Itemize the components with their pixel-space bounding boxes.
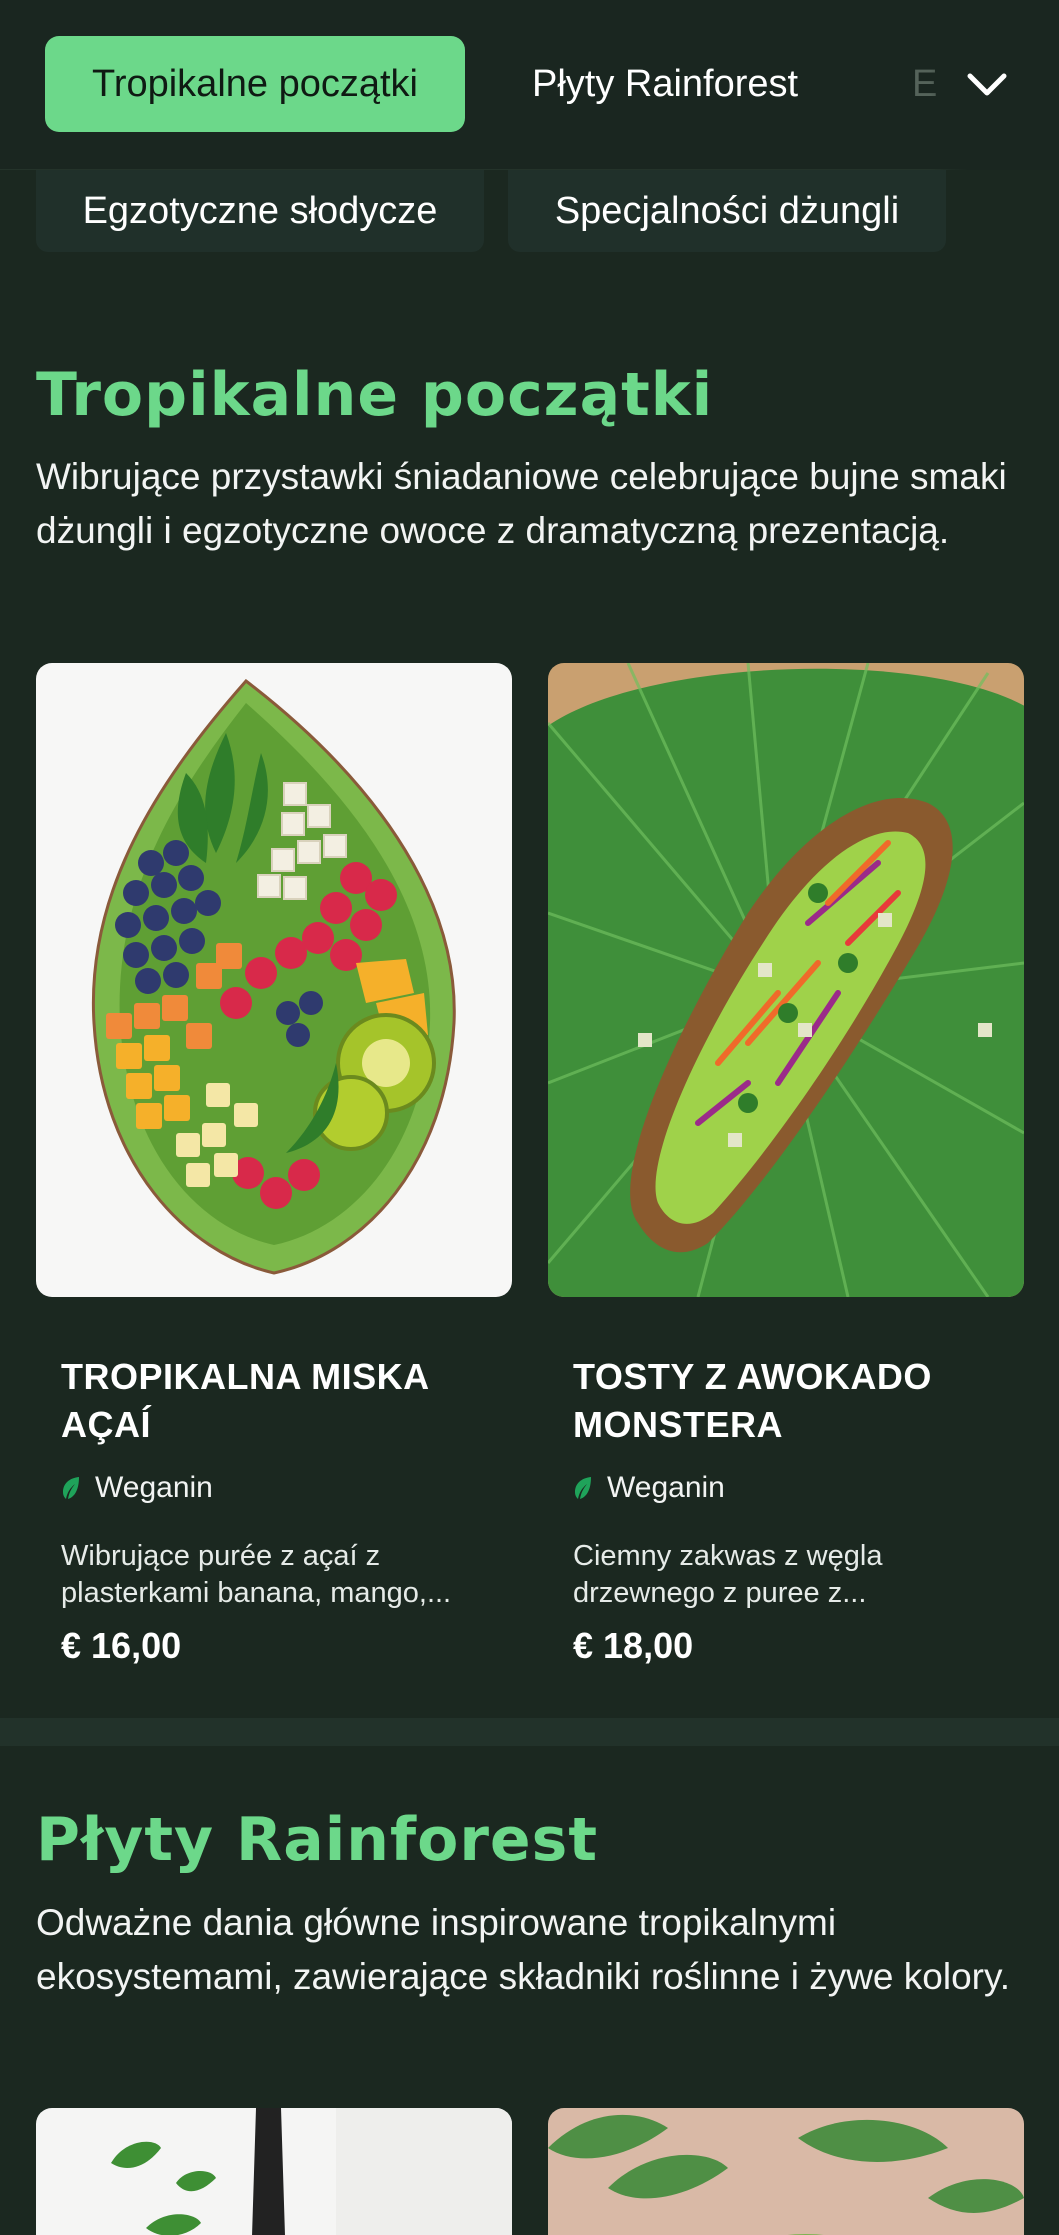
tab-tropikalne-poczatki[interactable]: Tropikalne początki	[45, 36, 465, 132]
section-title: Tropikalne początki	[36, 360, 714, 430]
leaf-icon	[575, 1477, 591, 1499]
dish-description: Ciemny zakwas z węgla drzewnego z puree …	[573, 1540, 883, 1609]
chevron-down-icon[interactable]	[962, 60, 1012, 110]
menu-item-card[interactable]: TROPIKALNA MISKA AÇAÍ Weganin Wibrujące …	[36, 663, 512, 1683]
diet-tag: Weganin	[573, 1471, 725, 1505]
dish-price: € 18,00	[573, 1625, 694, 1666]
diet-tag: Weganin	[61, 1471, 213, 1505]
tab-egzotyczne-slodycze[interactable]: Egzotyczne słodycze	[36, 170, 484, 252]
leaf-icon	[63, 1477, 79, 1499]
menu-item-card[interactable]	[36, 2108, 512, 2235]
menu-item-card[interactable]	[548, 2108, 1024, 2235]
tab-specjalnosci-dzungli[interactable]: Specjalności dżungli	[508, 170, 946, 252]
dish-image	[36, 2108, 512, 2235]
menu-item-card[interactable]: TOSTY Z AWOKADO MONSTERA Weganin Ciemny …	[548, 663, 1024, 1683]
dish-name: TROPIKALNA MISKA AÇAÍ	[61, 1356, 429, 1445]
dish-image-acai-bowl	[36, 663, 512, 1297]
dish-price: € 16,00	[61, 1625, 182, 1666]
diet-label: Weganin	[607, 1471, 725, 1504]
dish-image	[548, 2108, 1024, 2235]
category-nav: Tropikalne początki Płyty Rainforest E	[0, 0, 1059, 170]
section-description: Odważne dania główne inspirowane tropika…	[36, 1902, 1010, 1997]
dish-image-avocado-toast	[548, 663, 1024, 1297]
section-description: Wibrujące przystawki śniadaniowe celebru…	[36, 456, 1007, 551]
section-divider	[0, 1718, 1059, 1746]
diet-label: Weganin	[95, 1471, 213, 1504]
tab-plyty-rainforest[interactable]: Płyty Rainforest	[532, 36, 798, 132]
dish-name: TOSTY Z AWOKADO MONSTERA	[573, 1356, 932, 1445]
category-subnav: Egzotyczne słodycze Specjalności dżungli	[0, 170, 1059, 260]
dish-description: Wibrujące purée z açaí z plasterkami ban…	[61, 1540, 452, 1609]
section-title: Płyty Rainforest	[36, 1805, 599, 1875]
